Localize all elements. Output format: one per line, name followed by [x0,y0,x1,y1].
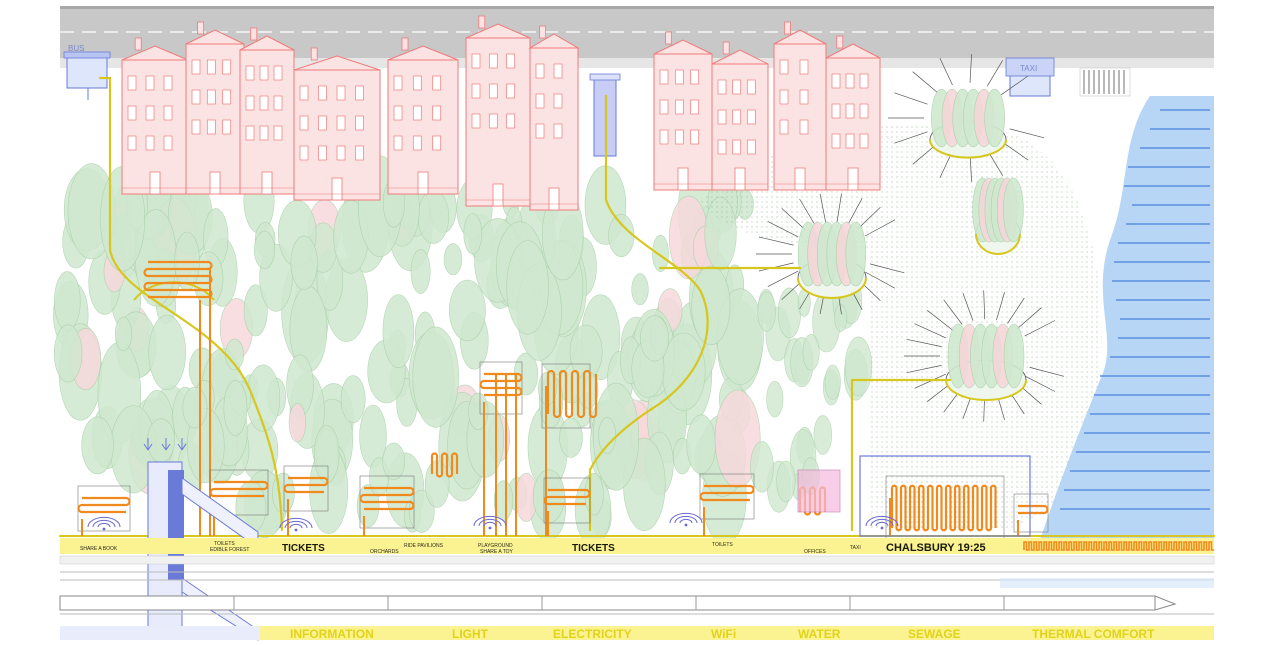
tree [254,230,276,269]
townhouse [528,25,580,211]
tree [777,287,802,339]
tree [652,234,669,273]
tree [182,386,208,429]
label-offices: OFFICES [804,549,826,555]
townhouse [711,41,769,191]
label-ride-pavilions: RIDE PAVILIONS [404,543,444,549]
tree [757,291,776,332]
label-share-a-book: SHARE A BOOK [80,546,118,552]
service-light: LIGHT [452,627,489,641]
tree [844,336,873,397]
tree [631,273,649,306]
tree [766,381,784,418]
tree [506,240,549,335]
tree [584,473,604,516]
tree-cluster [972,177,1024,255]
townhouse [239,27,295,195]
service-water: WATER [798,627,841,641]
service-wifi: WiFi [711,627,736,641]
tree [813,415,832,455]
tree [382,294,415,369]
tree [288,403,307,443]
townhouse [121,37,189,195]
wifi-icon [87,516,121,531]
bus-stop: BUS [63,44,111,100]
tree [608,214,635,258]
tree [802,333,820,371]
tree [412,326,459,428]
townhouse [653,31,713,191]
label-tickets-1: TICKETS [282,543,325,554]
tree [417,189,450,244]
tree [148,314,186,391]
tree [776,460,796,503]
tree [443,243,463,276]
tree [382,442,406,480]
bus-sign: BUS [68,44,84,53]
heat-coil [77,496,131,514]
train [59,595,1156,611]
tree [448,279,486,342]
services-band: INFORMATION LIGHT ELECTRICITY WiFi WATER… [60,626,1214,641]
tree [661,332,706,411]
tree [598,416,617,454]
label-share-a-toy: SHARE A TOY [480,549,514,555]
railway [59,555,1215,615]
service-thermal-comfort: THERMAL COMFORT [1032,627,1155,641]
label-taxi: TAXI [850,545,861,551]
label-toilets-1: TOILETS [214,541,235,547]
crosswalk [1079,67,1131,97]
service-sewage: SEWAGE [908,627,961,641]
tree [691,265,731,346]
label-toilets-2: TOILETS [712,542,733,548]
townhouse [293,47,381,201]
tree [559,417,583,458]
tree [340,375,366,424]
taxi-sign: TAXI [1020,64,1037,73]
tree [147,418,175,463]
townhouse [465,15,531,207]
service-information: INFORMATION [290,627,374,641]
townhouse [185,21,245,195]
station-display: CHALSBURY 19:25 [886,542,986,554]
label-tickets-2: TICKETS [572,543,615,554]
tree [81,416,114,475]
townhouse [773,21,827,191]
wifi-icon [279,517,313,532]
townhouse [825,35,881,191]
tree [824,364,841,400]
tree [290,235,318,290]
tree [640,315,670,362]
service-electricity: ELECTRICITY [553,627,632,641]
tree [686,414,717,474]
infrastructure-diagram: BUS TAXI SHARE A BOOK EDIBLE FOREST TOIL… [53,6,1215,641]
label-orchards: ORCHARDS [370,549,399,555]
townhouse [387,37,459,195]
wifi-icon [669,512,703,527]
tree [54,271,81,331]
label-edible-forest: EDIBLE FOREST [210,547,249,553]
tree [410,249,431,294]
tree [314,425,340,484]
tree [223,380,248,436]
tree [468,392,489,430]
tree [53,324,83,383]
tree [115,316,133,352]
taxi-stand: TAXI [1005,57,1055,97]
tree [463,213,483,255]
